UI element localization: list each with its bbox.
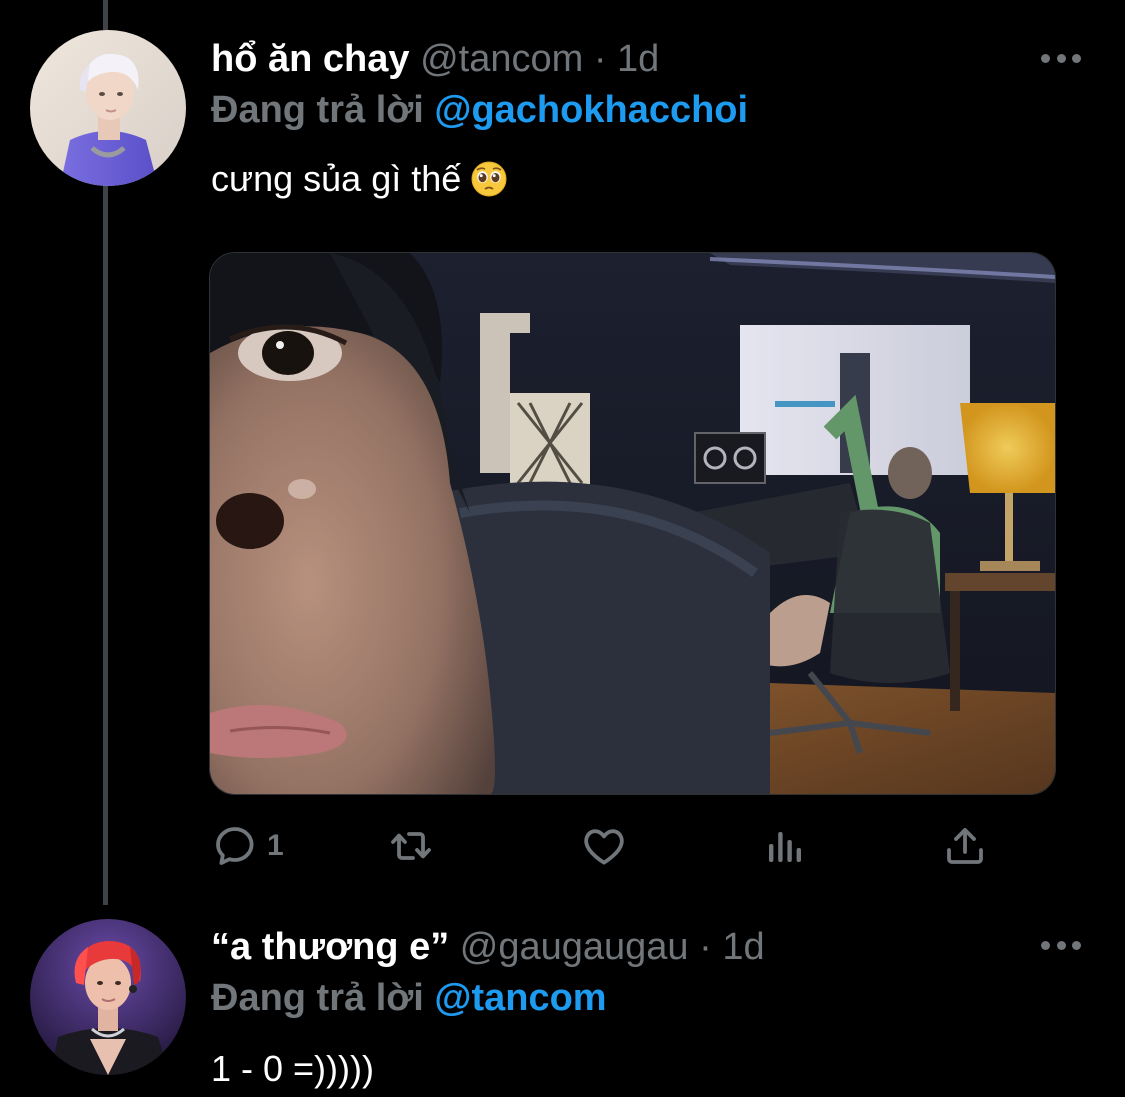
reply-context: Đang trả lời @gachokhacchoi [211,85,1085,135]
tweet-action-bar: 1 [211,818,1001,874]
like-icon [584,829,624,865]
share-button[interactable] [941,818,989,874]
display-name[interactable]: hổ ăn chay [211,38,410,80]
reply-mention-link[interactable]: @gachokhacchoi [434,89,748,131]
separator-dot: · [593,38,607,80]
pleading-face-emoji-icon [471,161,507,197]
avatar[interactable] [30,30,186,186]
reply-button[interactable]: 1 [211,818,284,874]
avatar[interactable] [30,919,186,1075]
reply-icon [216,827,254,865]
analytics-icon [769,832,801,862]
user-handle[interactable]: @tancom [420,38,583,80]
tweet-photo[interactable] [209,252,1056,795]
more-options-icon[interactable] [1041,935,1081,955]
tweet-text-body: cưng sủa gì thế [211,158,462,199]
photo-image [210,253,1055,794]
reply-prefix: Đang trả lời [211,977,424,1019]
tweet-text-body: 1 - 0 =))))) [211,1048,375,1089]
avatar-image [30,30,186,186]
reply-count: 1 [267,829,284,862]
retweet-icon [391,832,431,860]
user-handle[interactable]: @gaugaugau [460,926,689,968]
retweet-button[interactable] [387,818,435,874]
analytics-button[interactable] [761,818,809,874]
share-icon [947,828,983,864]
display-name[interactable]: “a thương e” [211,926,449,968]
timestamp[interactable]: 1d [617,38,659,80]
tweet-header: “a thương e” @gaugaugau · 1d [211,922,1085,972]
tweet-header: hổ ăn chay @tancom · 1d [211,34,1085,84]
timestamp[interactable]: 1d [722,926,764,968]
tweet-content: “a thương e” @gaugaugau · 1d Đang trả lờ… [211,922,1085,1093]
tweet[interactable]: “a thương e” @gaugaugau · 1d Đang trả lờ… [0,905,1125,1097]
reply-prefix: Đang trả lời [211,89,424,131]
reply-context: Đang trả lời @tancom [211,973,1085,1023]
tweet-text: 1 - 0 =))))) [211,1045,1085,1093]
separator-dot: · [699,926,712,968]
reply-mention-link[interactable]: @tancom [434,977,606,1019]
tweet-content: hổ ăn chay @tancom · 1d Đang trả lời @ga… [211,34,1085,203]
more-options-icon[interactable] [1041,48,1081,68]
tweet-text: cưng sủa gì thế [211,155,1085,203]
like-button[interactable] [580,818,628,874]
tweet[interactable]: hổ ăn chay @tancom · 1d Đang trả lời @ga… [0,0,1125,905]
avatar-image [30,919,186,1075]
